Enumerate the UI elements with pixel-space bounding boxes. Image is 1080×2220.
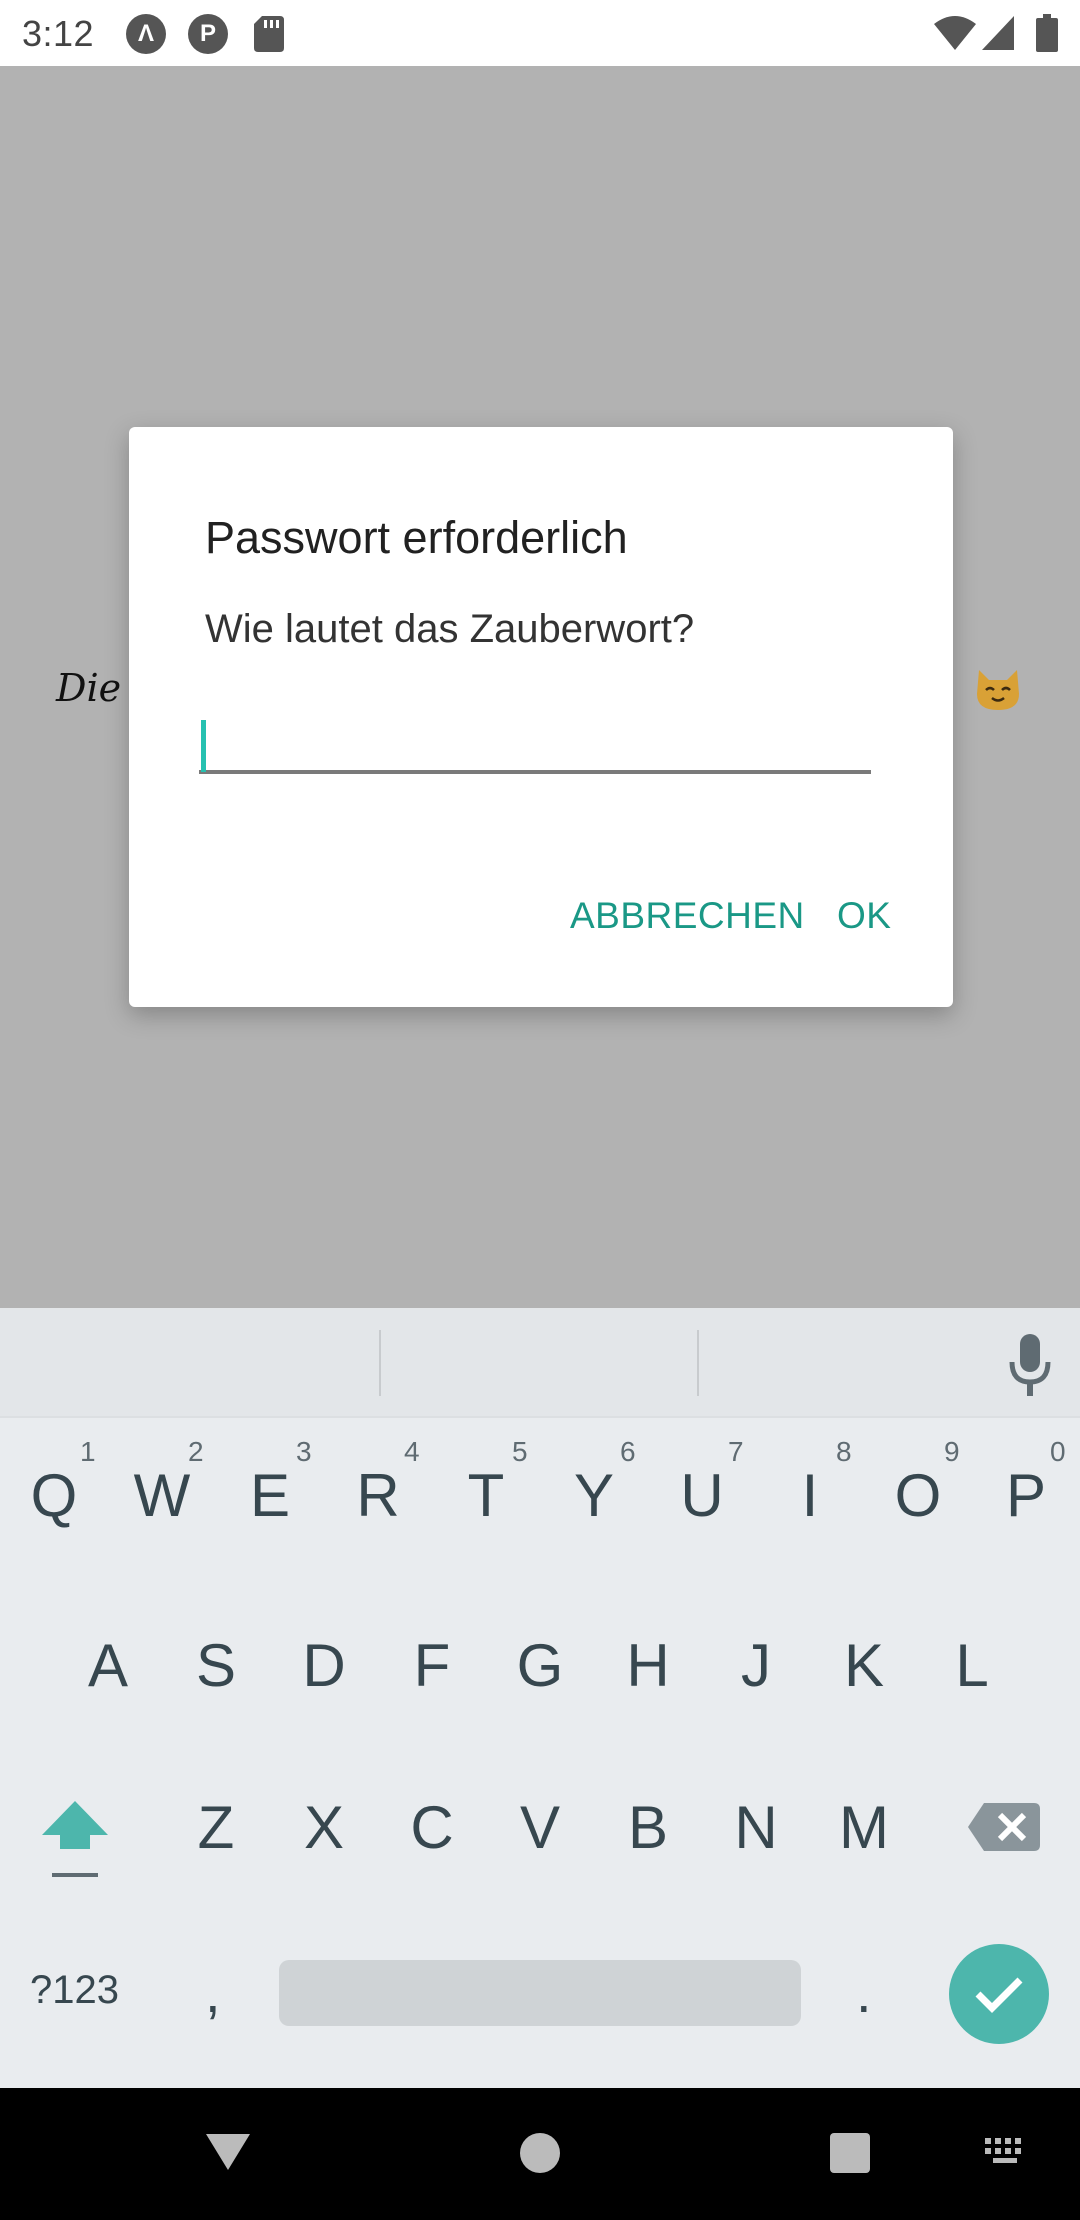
key-z[interactable]: Z [166, 1772, 266, 1882]
password-input[interactable] [199, 712, 871, 774]
signal-icon [982, 16, 1014, 55]
home-icon[interactable] [520, 2133, 560, 2173]
check-icon [975, 1977, 1023, 2013]
background-text: Die [56, 666, 122, 710]
text-cursor [201, 720, 206, 772]
ok-button[interactable]: OK [837, 895, 891, 937]
cat-face-icon [975, 668, 1021, 712]
battery-icon [1036, 14, 1058, 57]
status-time: 3:12 [22, 13, 95, 54]
key-hint: 9 [944, 1436, 960, 1467]
navigation-bar [0, 2088, 1080, 2220]
key-hint: 2 [188, 1436, 204, 1467]
keyboard-switch-icon[interactable] [985, 2138, 1029, 2173]
dialog-title: Passwort erforderlich [205, 512, 628, 563]
back-icon[interactable] [206, 2130, 250, 2179]
key-j[interactable]: J [706, 1610, 806, 1720]
password-dialog: Passwort erforderlich Wie lautet das Zau… [129, 427, 953, 1007]
backspace-key[interactable] [968, 1803, 1040, 1851]
suggestion-bar [0, 1308, 1080, 1418]
space-key[interactable] [279, 1960, 801, 2026]
key-d[interactable]: D [274, 1610, 374, 1720]
key-hint: 6 [620, 1436, 636, 1467]
key-f[interactable]: F [382, 1610, 482, 1720]
status-bar: 3:12 Λ P [0, 0, 1080, 66]
key-l[interactable]: L [922, 1610, 1022, 1720]
key-g[interactable]: G [490, 1610, 590, 1720]
key-hint: 4 [404, 1436, 420, 1467]
recents-icon[interactable] [830, 2133, 870, 2173]
comma-key[interactable]: , [205, 1960, 221, 2025]
key-n[interactable]: N [706, 1772, 806, 1882]
key-x[interactable]: X [274, 1772, 374, 1882]
key-a[interactable]: A [58, 1610, 158, 1720]
key-hint: 8 [836, 1436, 852, 1467]
enter-key[interactable] [949, 1944, 1049, 2044]
microphone-icon[interactable] [1006, 1334, 1054, 1398]
key-s[interactable]: S [166, 1610, 266, 1720]
key-k[interactable]: K [814, 1610, 914, 1720]
key-hint: 7 [728, 1436, 744, 1467]
sd-card-icon [254, 16, 284, 57]
key-h[interactable]: H [598, 1610, 698, 1720]
wifi-icon [934, 16, 976, 55]
key-m[interactable]: M [814, 1772, 914, 1882]
dialog-message: Wie lautet das Zauberwort? [205, 607, 695, 651]
assistant-icon: Λ [126, 14, 166, 54]
symbols-key[interactable]: ?123 [30, 1968, 119, 2013]
cancel-button[interactable]: ABBRECHEN [570, 895, 805, 937]
suggestion-divider [697, 1330, 699, 1396]
period-key[interactable]: . [856, 1960, 872, 2025]
podcast-icon: P [188, 14, 228, 54]
key-hint: 5 [512, 1436, 528, 1467]
key-hint: 0 [1050, 1436, 1066, 1467]
shift-key[interactable] [38, 1793, 112, 1889]
key-hint: 3 [296, 1436, 312, 1467]
key-c[interactable]: C [382, 1772, 482, 1882]
key-v[interactable]: V [490, 1772, 590, 1882]
key-b[interactable]: B [598, 1772, 698, 1882]
suggestion-divider [379, 1330, 381, 1396]
key-hint: 1 [80, 1436, 96, 1467]
